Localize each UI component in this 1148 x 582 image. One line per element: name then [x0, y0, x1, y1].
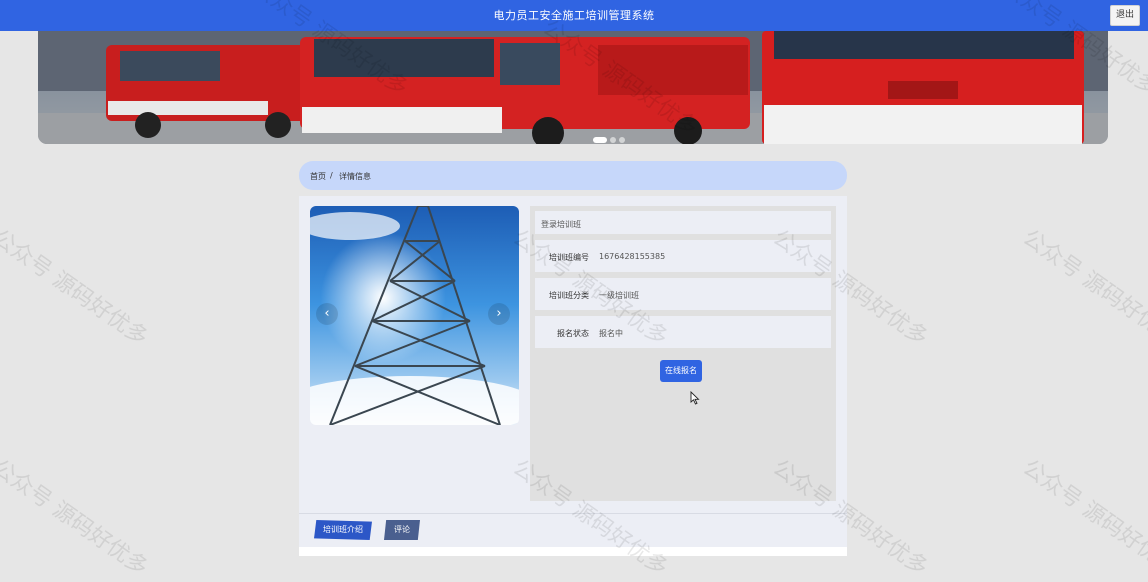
- watermark: 公众号 源码好优多: [0, 455, 153, 581]
- carousel-dot[interactable]: [610, 137, 616, 143]
- info-row-header: 登录培训班: [535, 211, 831, 234]
- info-row-status: 报名状态 报名中: [535, 316, 831, 348]
- carousel-dot-active[interactable]: [593, 137, 607, 143]
- carousel-dots: [593, 128, 628, 144]
- fire-trucks-image: [38, 31, 1108, 144]
- field-label: 报名状态: [557, 329, 589, 338]
- carousel-dot[interactable]: [619, 137, 625, 143]
- breadcrumb-home-link[interactable]: 首页: [310, 171, 326, 182]
- field-label: 培训班分类: [549, 291, 589, 300]
- tab-content-area: [299, 547, 847, 556]
- info-row-code: 培训班编号 1676428155385: [535, 240, 831, 272]
- tab-class-intro[interactable]: 培训班介绍: [314, 520, 372, 540]
- image-next-arrow[interactable]: ›: [488, 303, 510, 325]
- tab-bar: [299, 513, 847, 548]
- watermark: 公众号 源码好优多: [1017, 455, 1148, 581]
- image-prev-arrow[interactable]: ‹: [316, 303, 338, 325]
- field-value: 1676428155385: [599, 252, 666, 261]
- banner-carousel[interactable]: [38, 31, 1108, 144]
- online-signup-button[interactable]: 在线报名: [660, 360, 702, 382]
- top-bar: 电力员工安全施工培训管理系统 退出: [0, 0, 1148, 31]
- breadcrumb: 首页 / 详情信息: [299, 161, 847, 190]
- info-row-category: 培训班分类 一级培训班: [535, 278, 831, 310]
- mouse-cursor-icon: [690, 391, 700, 405]
- info-header-text: 登录培训班: [541, 220, 581, 229]
- watermark: 公众号 源码好优多: [0, 225, 153, 351]
- breadcrumb-separator: /: [330, 171, 333, 180]
- breadcrumb-current: 详情信息: [339, 172, 371, 181]
- field-value: 一级培训班: [599, 291, 639, 300]
- logout-button[interactable]: 退出: [1110, 5, 1140, 26]
- tab-comments[interactable]: 评论: [384, 520, 420, 540]
- app-title: 电力员工安全施工培训管理系统: [493, 9, 655, 22]
- watermark: 公众号 源码好优多: [1017, 225, 1148, 351]
- field-label: 培训班编号: [549, 253, 589, 262]
- field-value: 报名中: [599, 329, 623, 338]
